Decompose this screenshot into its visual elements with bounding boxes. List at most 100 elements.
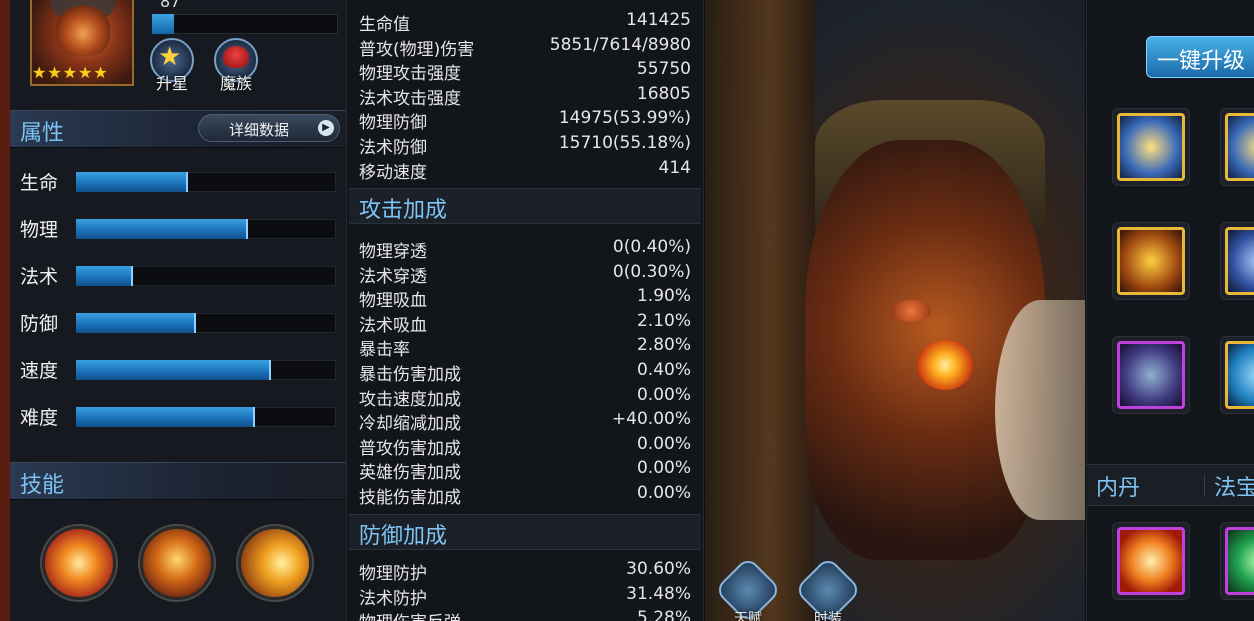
fashion-label: 时装: [814, 611, 842, 621]
attribute-label: 生命: [20, 172, 59, 194]
star-icon: ★: [78, 63, 93, 82]
detail-data-label: 详细数据: [229, 121, 290, 139]
star-rating: ★ ★ ★ ★ ★: [32, 64, 108, 82]
stat-value: 414: [658, 157, 691, 178]
skills-header: 技能: [10, 462, 346, 500]
one-click-upgrade-label: 一键升级: [1157, 49, 1246, 74]
attribute-bar-fill: [76, 313, 196, 333]
stat-name: 法术防护: [359, 588, 427, 609]
stat-value: 0.00%: [636, 384, 691, 405]
gold-star-icon: ★: [158, 42, 182, 72]
tab-divider: [1204, 475, 1205, 497]
skill-3-icon[interactable]: [238, 526, 312, 600]
stat-row: 法术防御 15710(55.18%): [359, 133, 691, 158]
green-orb-icon: [1225, 527, 1254, 595]
stat-row: 物理防御 14975(53.99%): [359, 108, 691, 134]
sword-icon: [1117, 113, 1185, 181]
helmet-icon: [1117, 227, 1185, 295]
equipment-slot-accessory[interactable]: [1220, 336, 1254, 414]
attribute-row: 生命: [10, 166, 346, 196]
stat-value: 0.40%: [636, 360, 691, 380]
fire-orb-icon: [1117, 527, 1185, 595]
sword-icon: [1225, 113, 1254, 181]
stat-value: 2.80%: [636, 335, 691, 356]
attribute-row: 防御: [10, 307, 346, 337]
stat-value: 5.28%: [636, 608, 691, 621]
skill-1-icon[interactable]: [42, 526, 116, 600]
equipment-slot-boots[interactable]: [1112, 336, 1190, 414]
stat-name: 技能伤害加成: [359, 488, 461, 508]
stat-value: 0.00%: [636, 458, 691, 479]
upgrade-star-label: 升星: [155, 74, 188, 93]
inner-core-slot[interactable]: [1112, 522, 1190, 600]
stat-name: 物理防护: [359, 564, 427, 584]
stat-value: 2.10%: [636, 310, 691, 331]
stat-row: 物理吸血 1.90%: [359, 286, 691, 312]
xp-bar-fill: [152, 14, 174, 34]
upgrade-star-button[interactable]: ★ 升星: [146, 38, 198, 93]
attribute-bar-fill: [76, 266, 133, 286]
defense-bonus-header-title: 防御加成: [359, 524, 448, 549]
stat-name: 暴击伤害加成: [359, 365, 461, 385]
artwork-tusk: [995, 300, 1085, 520]
attribute-label: 物理: [20, 219, 59, 241]
stat-value: 15710(55.18%): [558, 133, 691, 153]
skill-2-icon[interactable]: [140, 526, 214, 600]
stat-name: 法术穿透: [359, 266, 427, 287]
one-click-upgrade-button[interactable]: 一键升级: [1146, 36, 1254, 78]
stat-value: 0(0.40%): [612, 237, 691, 257]
fashion-button[interactable]: 时装: [794, 556, 862, 621]
stat-value: 31.48%: [626, 583, 691, 604]
stat-name: 物理防御: [359, 113, 427, 134]
defense-bonus-header: 防御加成: [349, 514, 701, 550]
stat-name: 物理吸血: [359, 291, 427, 312]
equipment-slot-sword-2[interactable]: [1220, 108, 1254, 186]
stat-name: 法术吸血: [359, 315, 427, 336]
tab-inner-core[interactable]: 内丹: [1096, 470, 1140, 502]
attributes-title: 属性: [20, 121, 65, 146]
hero-artwork: [705, 0, 1085, 621]
stat-row: 法术吸血 2.10%: [359, 310, 691, 336]
accessory-icon: [1225, 341, 1254, 409]
treasure-slot[interactable]: [1220, 522, 1254, 600]
star-icon: ★: [62, 63, 78, 82]
stat-value: 141425: [626, 10, 691, 30]
stat-row: 暴击伤害加成 0.40%: [359, 360, 691, 385]
attribute-row: 法术: [10, 260, 346, 290]
armor-icon: [1225, 227, 1254, 295]
stat-value: 16805: [636, 83, 691, 104]
attack-bonus-header: 攻击加成: [349, 188, 701, 224]
equipment-slot-helmet[interactable]: [1112, 222, 1190, 300]
stat-name: 法术防御: [359, 138, 427, 158]
stat-name: 冷却缩减加成: [359, 414, 461, 435]
star-icon: ★: [93, 63, 108, 82]
stat-name: 英雄伤害加成: [359, 463, 461, 484]
stat-value: 5851/7614/8980: [549, 34, 691, 55]
stat-row: 移动速度 414: [359, 157, 691, 183]
stats-panel: 生命值 141425 普攻(物理)伤害 5851/7614/8980 物理攻击强度 557…: [346, 0, 704, 621]
star-icon: ★: [32, 63, 47, 82]
attribute-bar-fill: [76, 219, 248, 239]
stat-name: 攻击速度加成: [359, 389, 461, 410]
stat-row: 法术穿透 0(0.30%): [359, 262, 691, 287]
stat-row: 法术防护 31.48%: [359, 583, 691, 609]
detail-data-button[interactable]: 详细数据 ▶: [198, 114, 340, 142]
stat-value: 1.90%: [636, 286, 691, 307]
talent-button[interactable]: 天赋: [714, 556, 782, 621]
hero-level: 87: [160, 0, 181, 11]
stat-row: 生命值 141425: [359, 10, 691, 35]
equipment-slot-armor[interactable]: [1220, 222, 1254, 300]
panel-edge: [0, 0, 10, 621]
stat-row: 英雄伤害加成 0.00%: [359, 458, 691, 484]
stat-value: 14975(53.99%): [558, 108, 691, 129]
stat-value: 0.00%: [636, 433, 691, 454]
stat-value: +40.00%: [611, 409, 691, 430]
artwork-pillar: [705, 0, 815, 621]
equipment-slot-sword[interactable]: [1112, 108, 1190, 186]
stat-row: 物理防护 30.60%: [359, 559, 691, 584]
race-badge[interactable]: 魔族: [210, 38, 262, 93]
stat-value: 0.00%: [636, 483, 691, 503]
stat-row: 技能伤害加成 0.00%: [359, 483, 691, 508]
attribute-label: 难度: [20, 407, 59, 429]
tab-treasure[interactable]: 法宝: [1214, 470, 1254, 502]
